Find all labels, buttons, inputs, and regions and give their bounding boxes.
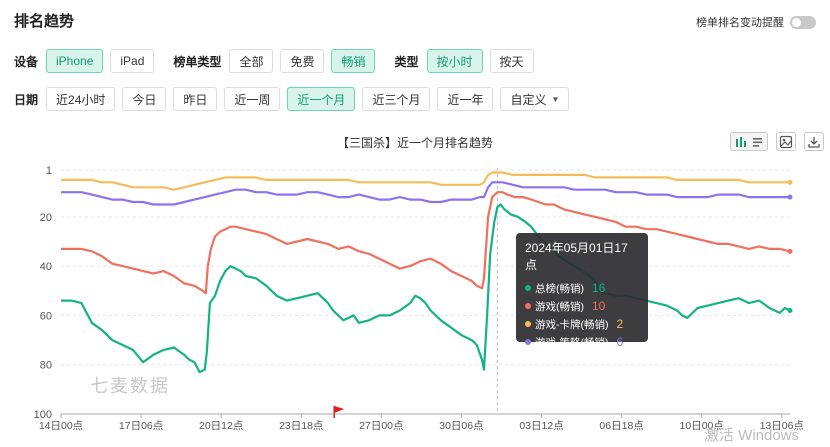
x-tick-label: 23日18点 (279, 420, 323, 432)
series-end-point (787, 248, 793, 254)
tooltip-row-value: 16 (592, 281, 606, 295)
x-tick-label: 17日06点 (119, 420, 163, 432)
series-end-point (787, 194, 793, 200)
tooltip-row-value: 2 (616, 317, 624, 331)
y-tick-label: 40 (40, 261, 52, 273)
tooltip-row-name: 总榜(畅销) (535, 282, 584, 295)
tooltip-row-name: 游戏-策略(畅销) (535, 336, 609, 349)
flag-icon (333, 406, 345, 418)
series-dot (525, 285, 531, 291)
x-tick-label: 06日18点 (599, 420, 643, 432)
tooltip-row: 总榜(畅销) 16 (525, 279, 639, 297)
chart-tooltip: 2024年05月01日17点 总榜(畅销) 16 游戏(畅销) 10 游戏-卡牌(畅… (516, 233, 648, 349)
tooltip-row-value: 6 (616, 335, 624, 349)
series-dot (525, 339, 531, 345)
series-line (61, 203, 791, 374)
x-tick-label: 20日12点 (199, 420, 243, 432)
x-tick-label: 30日06点 (439, 420, 483, 432)
tooltip-row: 游戏-策略(畅销) 6 (525, 333, 639, 351)
series-line (61, 171, 790, 191)
series-end-point (787, 307, 793, 313)
tooltip-row-name: 游戏-卡牌(畅销) (535, 318, 609, 331)
series-dot (525, 321, 531, 327)
series-end-point (787, 179, 793, 185)
watermark: 七麦数据 (90, 376, 170, 396)
y-tick-label: 20 (40, 212, 52, 224)
x-tick-label: 27日00点 (359, 420, 403, 432)
flag-cloth (334, 406, 345, 413)
os-activation-watermark: 激活 Windows (704, 427, 800, 444)
y-tick-label: 1 (46, 165, 52, 177)
series-dot (525, 303, 531, 309)
tooltip-title: 2024年05月01日17点 (525, 241, 628, 272)
x-tick-label: 14日00点 (39, 420, 83, 432)
series-line (61, 181, 790, 206)
y-tick-label: 60 (40, 310, 52, 322)
x-tick-label: 03日12点 (519, 420, 563, 432)
chart-series (61, 171, 793, 374)
tooltip-row: 游戏-卡牌(畅销) 2 (525, 315, 639, 333)
tooltip-row-name: 游戏(畅销) (535, 300, 584, 313)
tooltip-row: 游戏(畅销) 10 (525, 297, 639, 315)
y-tick-label: 80 (40, 360, 52, 372)
series-line (61, 191, 791, 295)
tooltip-row-value: 10 (592, 299, 606, 313)
